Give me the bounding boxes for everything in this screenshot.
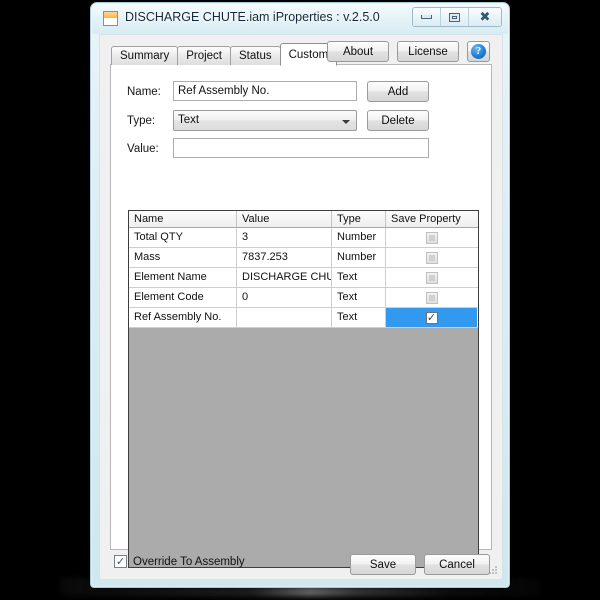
table-row[interactable]: Element Name DISCHARGE CHU... Text	[129, 268, 478, 288]
column-header-name[interactable]: Name	[129, 211, 237, 227]
column-header-value[interactable]: Value	[237, 211, 332, 227]
screen: DISCHARGE CHUTE.iam iProperties : v.2.5.…	[0, 0, 600, 600]
name-input[interactable]: Ref Assembly No.	[173, 81, 357, 101]
chevron-down-icon	[342, 120, 350, 124]
cell-name: Total QTY	[129, 228, 237, 247]
tab-summary[interactable]: Summary	[111, 46, 179, 65]
table-row[interactable]: Mass 7837.253 Number	[129, 248, 478, 268]
cell-type: Text	[332, 288, 386, 307]
value-input[interactable]	[173, 138, 429, 158]
save-button-label: Save	[369, 558, 397, 571]
cell-value	[237, 308, 332, 327]
cell-save-property[interactable]	[386, 268, 477, 287]
override-to-assembly-label: Override To Assembly	[133, 555, 245, 568]
tab-summary-label: Summary	[120, 50, 170, 62]
cell-value: DISCHARGE CHU...	[237, 268, 332, 287]
save-property-checkbox[interactable]	[425, 291, 438, 304]
tab-project[interactable]: Project	[177, 46, 231, 65]
tab-custom-label: Custom	[288, 48, 329, 61]
custom-tab-panel: Name: Ref Assembly No. Add Type: Text De…	[110, 64, 492, 568]
properties-grid[interactable]: Name Value Type Save Property Total QTY …	[128, 210, 479, 568]
table-row[interactable]: Total QTY 3 Number	[129, 228, 478, 248]
save-property-checkbox[interactable]	[425, 231, 438, 244]
delete-button[interactable]: Delete	[367, 110, 429, 131]
save-property-checkbox[interactable]	[425, 251, 438, 264]
value-row: Value:	[111, 138, 491, 160]
save-button[interactable]: Save	[350, 554, 416, 575]
window-controls: ✖	[412, 7, 502, 27]
help-button[interactable]: ?	[467, 41, 490, 62]
cell-name: Ref Assembly No.	[129, 308, 237, 327]
cell-name: Mass	[129, 248, 237, 267]
resize-grip-icon[interactable]	[488, 566, 498, 576]
column-header-type[interactable]: Type	[332, 211, 386, 227]
cancel-button[interactable]: Cancel	[424, 554, 490, 575]
cell-save-property[interactable]	[386, 228, 477, 247]
column-header-save-property[interactable]: Save Property	[386, 211, 477, 227]
cell-save-property[interactable]	[386, 248, 477, 267]
tab-status[interactable]: Status	[230, 46, 281, 65]
title-bar[interactable]: DISCHARGE CHUTE.iam iProperties : v.2.5.…	[91, 3, 509, 34]
grid-header-row: Name Value Type Save Property	[129, 211, 478, 228]
close-icon: ✖	[479, 9, 491, 25]
cell-save-property[interactable]	[386, 308, 477, 327]
checkbox-checked-icon[interactable]	[114, 555, 127, 568]
cell-type: Text	[332, 308, 386, 327]
license-button[interactable]: License	[397, 41, 459, 62]
save-property-checkbox[interactable]	[425, 271, 438, 284]
override-to-assembly-checkbox[interactable]: Override To Assembly	[114, 555, 245, 568]
about-button-label: About	[342, 45, 374, 58]
type-select[interactable]: Text	[173, 110, 357, 131]
footer-bar: Override To Assembly Save Cancel	[100, 549, 502, 579]
tab-strip: Summary Project Status Custom	[111, 43, 338, 66]
name-label: Name:	[127, 86, 161, 98]
table-row[interactable]: Ref Assembly No. Text	[129, 308, 478, 328]
table-row[interactable]: Element Code 0 Text	[129, 288, 478, 308]
cancel-button-label: Cancel	[439, 558, 475, 571]
value-label: Value:	[127, 143, 159, 155]
license-button-label: License	[408, 45, 448, 58]
tab-project-label: Project	[186, 50, 222, 62]
client-area: Summary Project Status Custom About Lice…	[99, 34, 503, 580]
about-button[interactable]: About	[327, 41, 389, 62]
type-select-value: Text	[178, 114, 200, 126]
add-button-label: Add	[387, 85, 409, 98]
delete-button-label: Delete	[381, 114, 415, 127]
cell-value: 0	[237, 288, 332, 307]
cell-name: Element Code	[129, 288, 237, 307]
minimize-icon	[421, 15, 432, 19]
type-row: Type: Text Delete	[111, 110, 491, 132]
window-title: DISCHARGE CHUTE.iam iProperties : v.2.5.…	[125, 10, 380, 24]
type-label: Type:	[127, 115, 156, 127]
iproperties-window: DISCHARGE CHUTE.iam iProperties : v.2.5.…	[90, 2, 510, 588]
restore-icon	[449, 12, 460, 22]
restore-button[interactable]	[441, 8, 469, 26]
cell-value: 7837.253	[237, 248, 332, 267]
top-button-group: About License ?	[327, 41, 490, 62]
add-button[interactable]: Add	[367, 81, 429, 102]
cell-value: 3	[237, 228, 332, 247]
cell-save-property[interactable]	[386, 288, 477, 307]
tab-status-label: Status	[239, 50, 272, 62]
document-icon	[103, 11, 118, 26]
cell-name: Element Name	[129, 268, 237, 287]
close-button[interactable]: ✖	[469, 8, 501, 26]
cell-type: Text	[332, 268, 386, 287]
question-mark-icon: ?	[471, 44, 486, 59]
minimize-button[interactable]	[413, 8, 441, 26]
cell-type: Number	[332, 228, 386, 247]
save-property-checkbox[interactable]	[425, 311, 438, 324]
name-row: Name: Ref Assembly No. Add	[111, 81, 491, 103]
cell-type: Number	[332, 248, 386, 267]
